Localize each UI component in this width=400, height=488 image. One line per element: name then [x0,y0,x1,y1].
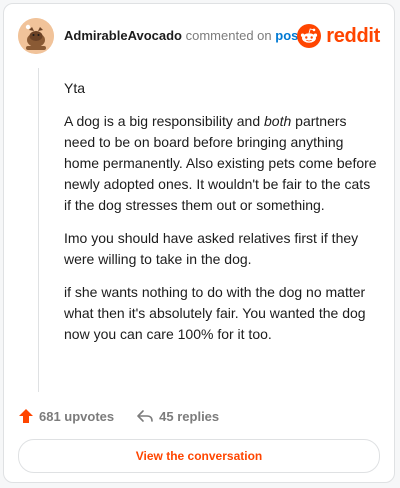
comment-paragraph: if she wants nothing to do with the dog … [64,284,366,342]
replies-stat[interactable]: 45 replies [136,408,219,424]
upvote-arrow-icon [19,409,33,423]
comment-body: Yta A dog is a big responsibility and bo… [64,78,380,357]
reddit-snoo-icon [297,24,322,48]
action-text: commented on [185,28,272,43]
upvotes-stat[interactable]: 681 upvotes [18,408,114,424]
user-avatar[interactable] [18,18,54,54]
emphasized-word: both [264,113,292,129]
reply-arrow-icon [137,410,153,422]
comment-paragraph: Imo you should have asked relatives firs… [64,230,359,267]
reddit-wordmark: reddit [326,24,380,47]
username-link[interactable]: AdmirableAvocado [64,28,182,43]
upvotes-count: 681 upvotes [39,408,115,424]
avocado-avatar-icon [18,18,54,54]
reddit-brand-link[interactable]: reddit [297,22,380,50]
comment-paragraph: Yta [64,80,86,96]
comment-paragraph-rich: A dog is a big responsibility and both p… [64,113,377,213]
comment-header: AdmirableAvocado commented on post reddi… [18,18,380,54]
view-conversation-button[interactable]: View the conversation [18,439,380,473]
comment-stats: 681 upvotes 45 replies [18,406,219,426]
replies-count: 45 replies [159,408,220,424]
comment-embed-card: AdmirableAvocado commented on post reddi… [3,3,395,483]
thread-line [38,68,39,392]
comment-attribution: AdmirableAvocado commented on post [64,28,303,43]
